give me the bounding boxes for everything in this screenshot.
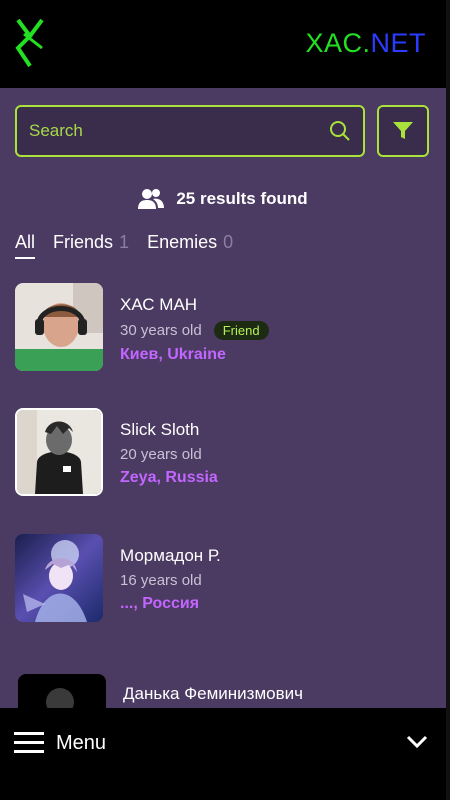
person-age: 16 years old — [120, 572, 202, 589]
tab-label: Enemies — [147, 232, 218, 252]
scrollbar[interactable] — [446, 0, 450, 800]
person-info: ХАС МАН 30 years old Friend Киев, Ukrain… — [120, 295, 269, 364]
person-location: Киев, Ukraine — [120, 346, 226, 363]
chevron-down-icon[interactable] — [406, 734, 428, 750]
person-info: Данька Феминизмович — [123, 684, 303, 704]
person-name[interactable]: Мормадон Р. — [120, 546, 221, 566]
xac-logo-icon[interactable] — [14, 18, 46, 68]
person-age: 20 years old — [120, 446, 202, 463]
person-name[interactable]: Данька Феминизмович — [123, 684, 303, 704]
results-summary: 25 results found — [0, 186, 446, 212]
list-item[interactable]: Мормадон Р. 16 years old ..., Россия — [15, 534, 435, 624]
person-age: 30 years old — [120, 322, 202, 339]
bottom-menu-bar[interactable]: Menu — [0, 708, 446, 800]
menu-label[interactable]: Menu — [56, 732, 106, 755]
list-item[interactable]: Slick Sloth 20 years old Zeya, Russia — [15, 408, 435, 498]
brand-part2: NET — [370, 28, 426, 58]
person-name[interactable]: Slick Sloth — [120, 420, 218, 440]
search-box[interactable] — [15, 105, 365, 157]
tab-count: 0 — [223, 232, 234, 252]
brand-title: XAC.NET — [305, 28, 426, 59]
friend-badge: Friend — [213, 321, 269, 340]
search-input[interactable] — [29, 107, 319, 155]
hamburger-icon[interactable] — [14, 732, 44, 754]
search-icon[interactable] — [329, 120, 351, 142]
avatar[interactable] — [15, 283, 103, 371]
person-info: Slick Sloth 20 years old Zeya, Russia — [120, 420, 218, 487]
avatar[interactable] — [15, 408, 103, 496]
tab-friends[interactable]: Friends 1 — [53, 232, 129, 257]
app-screen: XAC.NET 25 results found All Friends 1 — [0, 0, 446, 800]
person-location: Zeya, Russia — [120, 469, 218, 486]
filter-button[interactable] — [377, 105, 429, 157]
person-name[interactable]: ХАС МАН — [120, 295, 269, 315]
avatar[interactable] — [15, 534, 103, 622]
users-icon — [138, 189, 165, 209]
tab-label: Friends — [53, 232, 114, 252]
filter-icon — [393, 122, 413, 139]
list-item[interactable]: ХАС МАН 30 years old Friend Киев, Ukrain… — [15, 283, 435, 373]
top-header: XAC.NET — [0, 0, 446, 88]
brand-part1: XAC. — [305, 28, 371, 58]
tab-label: All — [15, 232, 36, 252]
results-text: 25 results found — [176, 189, 308, 208]
person-location: ..., Россия — [120, 595, 200, 612]
tab-all[interactable]: All — [15, 232, 36, 259]
filter-tabs: All Friends 1 Enemies 0 — [15, 232, 233, 259]
tab-enemies[interactable]: Enemies 0 — [147, 232, 233, 257]
person-info: Мормадон Р. 16 years old ..., Россия — [120, 546, 221, 613]
tab-count: 1 — [119, 232, 130, 252]
